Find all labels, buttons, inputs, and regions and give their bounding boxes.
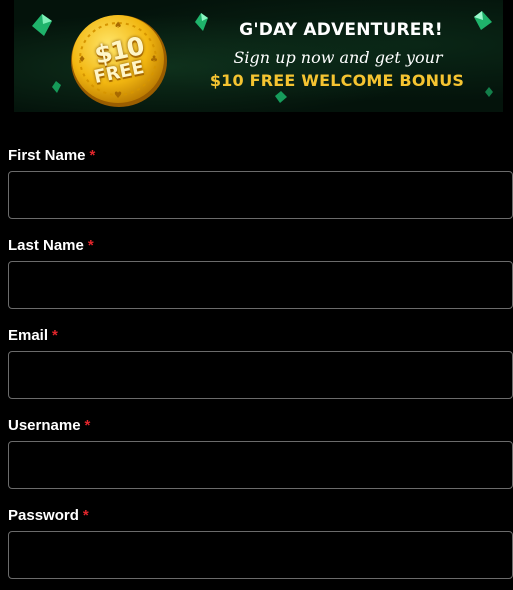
email-input[interactable] — [8, 351, 513, 399]
email-label: Email * — [8, 327, 58, 344]
required-marker: * — [84, 417, 91, 434]
required-marker: * — [89, 147, 96, 164]
banner-bonus-text: $10 FREE WELCOME BONUS — [209, 71, 465, 90]
emerald-gem-icon — [485, 87, 493, 97]
emerald-gem-icon — [32, 14, 52, 36]
username-input[interactable] — [8, 441, 513, 489]
svg-text:♥: ♥ — [114, 91, 122, 101]
username-label: Username * — [8, 417, 90, 434]
signup-page: ♠ ♣ ♥ ♦ $10 FREE G'DAY ADVENTURER! Sign … — [0, 0, 513, 590]
password-label: Password * — [8, 507, 89, 524]
emerald-gem-icon — [275, 91, 287, 103]
emerald-gem-icon — [195, 13, 208, 31]
svg-text:♠: ♠ — [114, 21, 122, 31]
bonus-coin: ♠ ♣ ♥ ♦ $10 FREE — [68, 12, 170, 110]
last-name-input[interactable] — [8, 261, 513, 309]
last-name-label-text: Last Name — [8, 237, 84, 254]
password-label-text: Password — [8, 507, 79, 524]
last-name-label: Last Name * — [8, 237, 94, 254]
password-input[interactable] — [8, 531, 513, 579]
required-marker: * — [82, 507, 89, 524]
required-marker: * — [87, 237, 94, 254]
banner-title: G'DAY ADVENTURER! — [239, 20, 443, 40]
emerald-gem-icon — [474, 11, 492, 30]
banner-subtitle: Sign up now and get your — [233, 48, 443, 67]
required-marker: * — [52, 327, 58, 344]
welcome-bonus-banner: ♠ ♣ ♥ ♦ $10 FREE G'DAY ADVENTURER! Sign … — [14, 0, 503, 112]
emerald-gem-icon — [52, 81, 61, 93]
first-name-label: First Name * — [8, 147, 95, 164]
username-label-text: Username — [8, 417, 81, 434]
first-name-label-text: First Name — [8, 147, 86, 164]
email-label-text: Email — [8, 327, 49, 344]
first-name-input[interactable] — [8, 171, 513, 219]
